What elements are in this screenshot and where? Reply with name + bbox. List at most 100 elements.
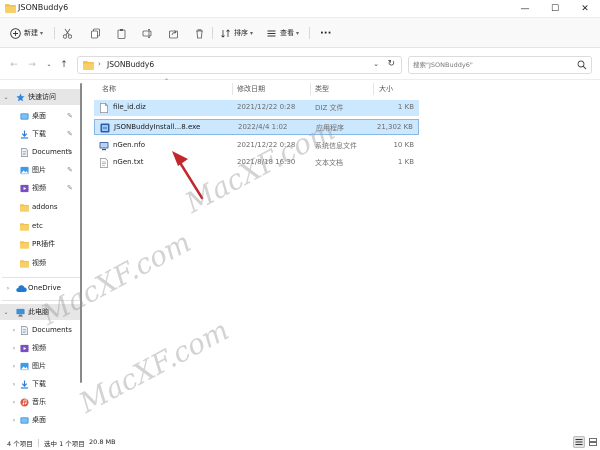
desktop-icon [20, 112, 29, 120]
chevron-right-icon[interactable]: › [10, 381, 18, 388]
toolbar-divider [212, 27, 213, 39]
command-bar: 新建 ▾ 排序 ▾ 查看 ▾ ··· [0, 18, 600, 48]
up-button[interactable]: ↑ [58, 59, 70, 71]
column-header-name[interactable]: 名称 [102, 84, 116, 94]
pictures-icon [20, 166, 29, 174]
view-button[interactable]: 查看 ▾ [264, 24, 299, 42]
search-input[interactable] [413, 59, 563, 71]
toolbar-divider [54, 27, 55, 39]
column-header-type[interactable]: 类型 [315, 84, 329, 94]
search-icon [577, 60, 587, 70]
folder-icon [83, 61, 94, 70]
chevron-right-icon[interactable]: › [4, 285, 12, 292]
sidebar-item-pc-videos[interactable]: › 视频 [0, 340, 82, 356]
minimize-button[interactable]: — [510, 0, 540, 18]
title-bar: JSONBuddy6 — ☐ ✕ [0, 0, 600, 18]
chevron-right-icon[interactable]: › [10, 327, 18, 334]
chevron-right-icon[interactable]: › [10, 345, 18, 352]
table-row[interactable]: JSONBuddyInstall...8.exe 2022/4/4 1:02 应… [94, 119, 419, 135]
sidebar-item-pc-music[interactable]: › 音乐 [0, 394, 82, 410]
column-header-size[interactable]: 大小 [379, 84, 393, 94]
cloud-icon [16, 284, 27, 292]
sort-indicator-icon: ⌃ [164, 78, 170, 85]
file-name: nGen.txt [113, 158, 144, 166]
delete-button[interactable] [192, 24, 206, 42]
copy-button[interactable] [88, 24, 102, 42]
file-name: JSONBuddyInstall...8.exe [114, 123, 201, 131]
tiles-view-icon [589, 438, 597, 446]
more-button[interactable]: ··· [318, 24, 331, 42]
sidebar-item-downloads[interactable]: 下载 ✎ [0, 126, 82, 142]
sidebar-item-label: 下载 [32, 130, 46, 138]
new-button[interactable]: 新建 ▾ [8, 24, 43, 42]
chevron-down-icon[interactable]: ⌄ [373, 60, 379, 68]
sidebar-item-label: 视频 [32, 184, 46, 192]
back-button[interactable]: ← [8, 59, 20, 71]
column-header-date[interactable]: 修改日期 [237, 84, 265, 94]
file-date: 2022/4/4 1:02 [238, 123, 288, 131]
chevron-down-icon[interactable]: ⌄ [2, 94, 10, 101]
sidebar-item-pc-downloads[interactable]: › 下载 [0, 376, 82, 392]
table-row[interactable]: file_id.diz 2021/12/22 0:28 DIZ 文件 1 KB [94, 100, 419, 116]
sidebar-item-videos[interactable]: 视频 ✎ [0, 180, 82, 196]
folder-icon [20, 203, 29, 212]
chevron-down-icon[interactable]: ⌄ [2, 309, 10, 316]
column-divider[interactable] [310, 83, 311, 95]
rename-button[interactable] [140, 24, 154, 42]
search-box[interactable] [408, 56, 592, 74]
folder-icon [20, 240, 29, 249]
pin-icon: ✎ [67, 166, 73, 174]
download-icon [20, 129, 29, 139]
tiles-view-button[interactable] [587, 436, 599, 448]
sidebar-scrollbar[interactable] [80, 83, 82, 383]
cut-button[interactable] [60, 24, 74, 42]
pin-icon: ✎ [67, 112, 73, 120]
sidebar-item-label: 图片 [32, 166, 46, 174]
desktop-icon [20, 416, 29, 424]
forward-button[interactable]: → [26, 59, 38, 71]
details-view-button[interactable] [573, 436, 585, 448]
column-divider[interactable] [232, 83, 233, 95]
address-bar[interactable]: › JSONBuddy6 ⌄ ↻ [77, 56, 402, 74]
chevron-right-icon[interactable]: › [10, 363, 18, 370]
item-count: 4 个项目 [7, 440, 33, 448]
file-name: nGen.nfo [113, 141, 146, 149]
sidebar-item-label: 快速访问 [28, 93, 56, 101]
file-date: 2021/12/22 0:28 [237, 103, 296, 111]
window-title: JSONBuddy6 [18, 3, 69, 12]
sidebar-item-etc[interactable]: etc [0, 218, 82, 234]
sort-button[interactable]: 排序 ▾ [218, 24, 253, 42]
toolbar-divider [309, 27, 310, 39]
column-divider[interactable] [373, 83, 374, 95]
sort-label: 排序 [234, 29, 248, 37]
sidebar-item-addons[interactable]: addons [0, 199, 82, 215]
sidebar-item-video-folder[interactable]: 视频 [0, 255, 82, 271]
paste-button[interactable] [114, 24, 128, 42]
share-button[interactable] [166, 24, 180, 42]
sidebar-item-pc-desktop[interactable]: › 桌面 [0, 412, 82, 428]
file-size: 21,302 KB [376, 123, 413, 131]
sidebar-item-documents[interactable]: Documents ✎ [0, 144, 82, 160]
refresh-icon[interactable]: ↻ [387, 59, 395, 69]
paste-icon [114, 26, 128, 40]
maximize-button[interactable]: ☐ [540, 0, 570, 18]
recent-locations-button[interactable]: ⌄ [43, 59, 55, 71]
plus-icon [8, 26, 22, 40]
sidebar-item-pc-pictures[interactable]: › 图片 [0, 358, 82, 374]
sidebar-item-pictures[interactable]: 图片 ✎ [0, 162, 82, 178]
address-row: ← → ⌄ ↑ › JSONBuddy6 ⌄ ↻ [0, 48, 600, 80]
sidebar-item-pc-documents[interactable]: › Documents [0, 322, 82, 338]
chevron-down-icon: ▾ [250, 29, 254, 37]
close-button[interactable]: ✕ [570, 0, 600, 18]
sidebar-item-desktop[interactable]: 桌面 ✎ [0, 108, 82, 124]
folder-icon [20, 259, 29, 268]
chevron-right-icon[interactable]: › [10, 399, 18, 406]
file-type: DIZ 文件 [315, 104, 344, 112]
sidebar-item-quick-access[interactable]: ⌄ 快速访问 [0, 89, 82, 105]
address-path[interactable]: JSONBuddy6 [107, 60, 154, 69]
sidebar-item-label: Documents [32, 148, 72, 156]
sidebar-item-pr-plugins[interactable]: PR插件 [0, 236, 82, 252]
document-icon [100, 103, 108, 113]
selection-count: 选中 1 个项目 [44, 440, 85, 448]
chevron-right-icon[interactable]: › [10, 417, 18, 424]
